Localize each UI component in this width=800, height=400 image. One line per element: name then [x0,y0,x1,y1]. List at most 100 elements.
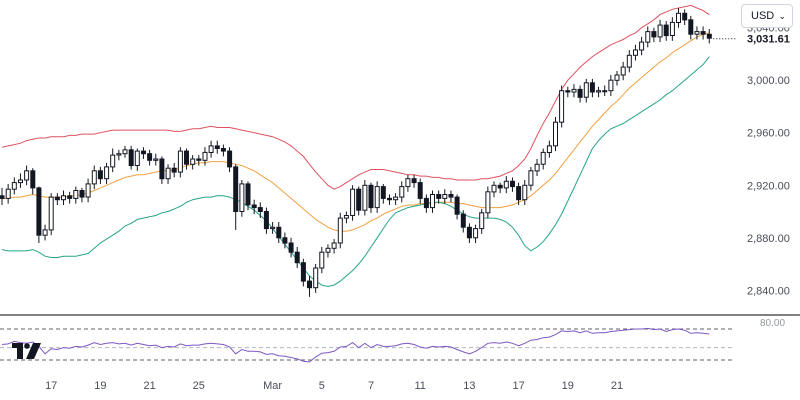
candle-body [639,41,645,51]
candle-body [614,74,620,81]
candle-body [147,153,153,161]
candle-body [663,24,669,37]
currency-select[interactable]: USD ⌄ [741,4,793,28]
candle [442,189,448,204]
candle [147,149,153,166]
candle-body [546,145,552,153]
candle-body [657,24,663,38]
candle-body [36,187,42,236]
candle-body [393,196,399,201]
x-tick-label: 19 [562,380,574,392]
candle [239,180,245,217]
candle [134,148,140,171]
last-price-marker: 3,031.61 [713,34,790,46]
candle [485,186,491,219]
candle-body [171,167,177,173]
candle [177,147,183,178]
candle [540,148,546,170]
candle [651,27,657,43]
candle [411,174,417,188]
candle-body [676,12,681,23]
candle [466,223,472,244]
candle-body [202,151,208,161]
x-tick-label: 13 [463,380,475,392]
candle-body [116,153,122,156]
candle-body [214,145,220,149]
candle [233,164,239,230]
candle [30,168,36,195]
candle-body [503,180,509,189]
candle [602,85,608,96]
candle-body [633,49,638,56]
candle-body [300,262,306,282]
y-tick-label: 3,000.00 [747,75,790,87]
candle [676,8,681,28]
candle-body [177,150,183,173]
candle-body [700,31,706,35]
candle-body [510,180,515,188]
x-tick-label: 7 [368,380,374,392]
candle-body [362,184,368,211]
candle [362,180,368,216]
candle [368,182,374,213]
candle [417,178,423,204]
candle-body [350,188,356,216]
candle-body [473,228,479,239]
candle [577,85,583,103]
x-tick-label: 17 [45,380,57,392]
candle [633,44,638,61]
y-tick-label: 2,840.00 [747,285,790,297]
candle-body [620,66,626,76]
candle [491,181,497,198]
candle-body [497,184,503,189]
rsi-pane: 80.00 [0,314,800,363]
candle [67,191,73,204]
candle-body [331,242,337,249]
candle [706,29,712,44]
candle [54,193,60,205]
candle-body [583,82,589,98]
candle [79,187,85,203]
candle-body [61,195,66,201]
candle [214,140,220,154]
candle-body [411,178,417,184]
candle-body [565,90,571,93]
candle-body [522,184,528,201]
chart-canvas[interactable]: 3,031.61 3,040.003,000.002,960.002,920.0… [0,0,800,400]
candle-body [73,190,79,199]
candle [257,202,263,219]
candle [190,155,196,170]
candle [682,9,688,26]
candle [36,186,42,244]
candle-body [5,188,11,199]
candle [300,258,306,287]
candle [700,26,706,40]
candle-body [516,186,522,201]
candle [503,176,509,194]
candle-body [208,145,214,153]
candle [171,162,177,178]
tradingview-logo-icon[interactable] [12,343,42,364]
candle [0,187,5,205]
candle [325,244,331,258]
candle [448,190,454,203]
candle [571,84,577,98]
candle-body [485,191,491,214]
candle-body [380,186,386,199]
candle [42,224,48,241]
candle [405,174,411,192]
candle [657,19,663,43]
candle-body [319,251,325,269]
candle [11,177,17,195]
candle [559,85,565,128]
candle [663,21,669,41]
candle-body [282,237,288,244]
candle-body [479,212,485,230]
candle-body [553,121,558,147]
candle [614,71,620,86]
candle-body [257,207,263,213]
candle [596,86,602,98]
x-tick-label: 21 [611,380,623,392]
candle-body [356,188,362,211]
candle [399,181,405,203]
